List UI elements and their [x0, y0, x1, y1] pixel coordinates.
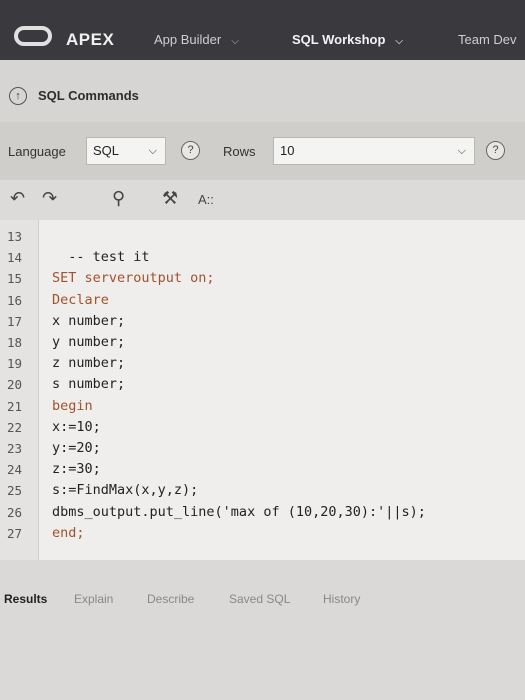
- undo-icon[interactable]: ↶: [10, 188, 25, 209]
- code-text: z number;: [52, 355, 126, 372]
- tab-explain[interactable]: Explain: [74, 592, 113, 606]
- chevron-down-icon: ⌵: [395, 36, 404, 47]
- command-options-bar: Language SQL ⌵ ? Rows 10 ⌵ ?: [0, 122, 525, 180]
- code-text: x number;: [52, 312, 126, 329]
- up-arrow-icon[interactable]: ↑: [9, 87, 27, 105]
- code-text: y:=20;: [52, 440, 101, 456]
- language-label: Language: [8, 144, 66, 159]
- code-text: -- test it: [52, 249, 150, 266]
- tab-history[interactable]: History: [323, 592, 360, 606]
- rows-value: 10: [280, 143, 295, 158]
- code-line[interactable]: 15 SET serveroutput on;: [0, 268, 525, 289]
- code-line[interactable]: 13: [0, 226, 525, 247]
- code-text: s number;: [52, 376, 126, 393]
- code-line[interactable]: 14 -- test it: [0, 247, 525, 268]
- results-panel: Results Explain Describe Saved SQL Histo…: [0, 560, 525, 700]
- line-number: 18: [7, 335, 23, 350]
- code-text: SET serveroutput on;: [52, 270, 215, 287]
- code-line[interactable]: 19 z number;: [0, 353, 525, 374]
- code-line[interactable]: 25 s:=FindMax(x,y,z);: [0, 480, 525, 501]
- line-number: 21: [7, 398, 23, 414]
- search-icon[interactable]: ⚲: [112, 188, 125, 209]
- line-number: 22: [7, 419, 23, 435]
- code-text: x:=10;: [52, 418, 101, 435]
- tab-describe[interactable]: Describe: [147, 592, 194, 606]
- code-line[interactable]: 16 Declare: [0, 290, 525, 311]
- code-text: begin: [52, 397, 93, 414]
- chevron-down-icon: ⌵: [457, 145, 466, 157]
- line-number: 19: [7, 356, 23, 372]
- code-line[interactable]: 18 y number;: [0, 332, 525, 353]
- code-line[interactable]: 17 x number;: [0, 311, 525, 332]
- language-select[interactable]: SQL ⌵: [86, 137, 166, 165]
- redo-icon[interactable]: ↷: [42, 188, 57, 209]
- line-number: 17: [7, 313, 23, 329]
- line-number: 13: [7, 229, 23, 244]
- line-number: 27: [7, 525, 23, 541]
- rows-label: Rows: [223, 144, 256, 159]
- line-number: 24: [7, 462, 23, 478]
- nav-app-builder[interactable]: App Builder ⌵: [154, 32, 239, 47]
- code-line[interactable]: 24 z:=30;: [0, 459, 525, 480]
- editor-toolbar: ↶ ↷ ⚲ ⚒ A::: [0, 180, 525, 220]
- rows-help-icon[interactable]: ?: [486, 141, 505, 160]
- code-line[interactable]: 27 end;: [0, 523, 525, 544]
- chevron-down-icon: ⌵: [148, 145, 157, 157]
- nav-team-dev-label: Team Dev: [458, 32, 517, 47]
- top-navigation-bar: APEX App Builder ⌵ SQL Workshop ⌵ Team Dev: [0, 0, 525, 60]
- hammer-icon[interactable]: ⚒: [162, 188, 178, 209]
- code-text: y number;: [52, 334, 126, 350]
- code-editor[interactable]: 13 14 -- test it 15 SET serveroutput on; 16 D…: [0, 220, 525, 560]
- language-value: SQL: [93, 143, 120, 158]
- code-text: dbms_output.put_line('max of (10,20,30):…: [52, 503, 426, 520]
- code-line[interactable]: 21 begin: [0, 396, 525, 417]
- nav-team-dev[interactable]: Team Dev: [458, 32, 517, 47]
- page-header: ↑ SQL Commands: [0, 60, 525, 123]
- code-text: s:=FindMax(x,y,z);: [52, 482, 199, 499]
- nav-app-builder-label: App Builder: [154, 32, 222, 47]
- line-number: 23: [7, 441, 23, 456]
- product-name[interactable]: APEX: [66, 30, 114, 50]
- rows-select[interactable]: 10 ⌵: [273, 137, 475, 165]
- code-line[interactable]: 26 dbms_output.put_line('max of (10,20,30…: [0, 502, 525, 523]
- line-number: 26: [7, 504, 23, 520]
- nav-sql-workshop-label: SQL Workshop: [292, 32, 386, 47]
- chevron-down-icon: ⌵: [231, 36, 239, 47]
- code-line[interactable]: 23 y:=20;: [0, 438, 525, 459]
- tab-saved-sql[interactable]: Saved SQL: [229, 592, 290, 606]
- line-number: 25: [7, 483, 23, 499]
- autocomplete-icon[interactable]: A::: [198, 192, 214, 207]
- code-text: end;: [52, 524, 85, 541]
- line-number: 14: [7, 250, 23, 266]
- page-title: SQL Commands: [38, 88, 139, 103]
- tab-results[interactable]: Results: [4, 592, 47, 606]
- code-line[interactable]: 20 s number;: [0, 374, 525, 395]
- line-number: 16: [7, 292, 23, 308]
- line-number: 15: [7, 271, 23, 287]
- oracle-logo-icon[interactable]: [14, 26, 52, 46]
- language-help-icon[interactable]: ?: [181, 141, 200, 160]
- code-text: Declare: [52, 291, 109, 308]
- code-text: z:=30;: [52, 461, 101, 478]
- nav-sql-workshop[interactable]: SQL Workshop ⌵: [292, 32, 403, 47]
- line-number: 20: [7, 377, 23, 393]
- code-line[interactable]: 22 x:=10;: [0, 417, 525, 438]
